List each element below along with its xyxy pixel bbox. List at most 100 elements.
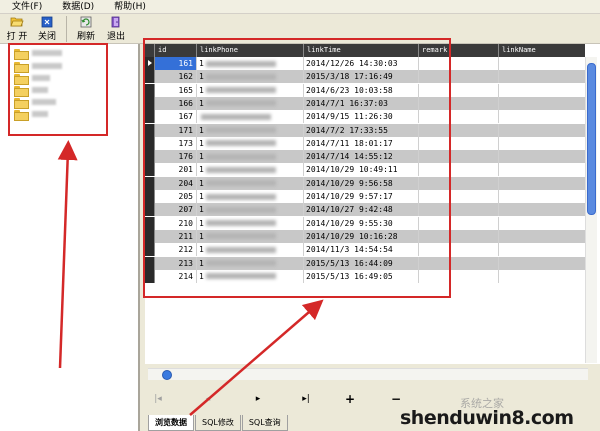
- cell-linkname[interactable]: [499, 243, 585, 256]
- exit-button[interactable]: 退出: [101, 14, 131, 43]
- cell-linkphone[interactable]: 1: [197, 269, 304, 283]
- cell-linkname[interactable]: [499, 257, 585, 270]
- row-indicator[interactable]: [145, 256, 155, 270]
- cell-linkname[interactable]: [499, 190, 585, 203]
- cell-id[interactable]: 165: [155, 83, 197, 97]
- table-row[interactable]: 167 2014/9/15 11:26:30: [145, 110, 585, 124]
- cell-linktime[interactable]: 2015/3/18 17:16:49: [304, 70, 419, 84]
- cell-remark[interactable]: [419, 136, 499, 150]
- cell-linkphone[interactable]: 1: [197, 96, 304, 110]
- cell-linkname[interactable]: [499, 84, 585, 97]
- cell-linktime[interactable]: 2014/7/11 18:01:17: [304, 136, 419, 150]
- tab-sql-query[interactable]: SQL查询: [241, 415, 288, 431]
- cell-linkphone[interactable]: 1: [197, 216, 304, 230]
- row-indicator[interactable]: [145, 190, 155, 203]
- cell-linkphone[interactable]: 1: [197, 256, 304, 270]
- cell-linkphone[interactable]: 1: [197, 243, 304, 257]
- cell-linkname[interactable]: [499, 163, 585, 176]
- nav-add-button[interactable]: +: [340, 390, 360, 408]
- row-indicator[interactable]: [145, 243, 155, 257]
- row-indicator[interactable]: [145, 123, 155, 137]
- nav-last-button[interactable]: ▸|: [296, 390, 316, 408]
- cell-linkphone[interactable]: 1: [197, 203, 304, 217]
- cell-linktime[interactable]: 2014/10/29 10:49:11: [304, 163, 419, 177]
- cell-id[interactable]: 214: [155, 269, 197, 283]
- table-row[interactable]: 212 1 2014/11/3 14:54:54: [145, 243, 585, 257]
- cell-linkname[interactable]: [499, 137, 585, 150]
- vertical-scrollbar[interactable]: [585, 57, 597, 363]
- tree-node[interactable]: [14, 61, 62, 73]
- cell-id[interactable]: 205: [155, 190, 197, 203]
- cell-linktime[interactable]: 2014/12/26 14:30:03: [304, 57, 419, 70]
- column-header-remark[interactable]: remark: [419, 44, 499, 57]
- cell-linktime[interactable]: 2014/10/29 10:16:28: [304, 229, 419, 243]
- table-row[interactable]: 207 1 2014/10/27 9:42:48: [145, 203, 585, 217]
- cell-linktime[interactable]: 2014/9/15 11:26:30: [304, 110, 419, 124]
- cell-id[interactable]: 176: [155, 150, 197, 164]
- cell-remark[interactable]: [419, 110, 499, 124]
- row-indicator[interactable]: [145, 57, 155, 70]
- cell-remark[interactable]: [419, 150, 499, 164]
- table-row[interactable]: 171 1 2014/7/2 17:33:55: [145, 123, 585, 137]
- cell-linktime[interactable]: 2014/7/2 17:33:55: [304, 123, 419, 137]
- cell-linkname[interactable]: [499, 150, 585, 163]
- table-row[interactable]: 211 1 2014/10/29 10:16:28: [145, 229, 585, 243]
- table-row[interactable]: 165 1 2014/6/23 10:03:58: [145, 83, 585, 97]
- cell-id[interactable]: 173: [155, 136, 197, 150]
- cell-linkphone[interactable]: 1: [197, 123, 304, 137]
- row-indicator[interactable]: [145, 203, 155, 217]
- table-row[interactable]: 162 1 2015/3/18 17:16:49: [145, 70, 585, 84]
- cell-remark[interactable]: [419, 203, 499, 217]
- menu-data[interactable]: 数据(D): [52, 0, 104, 14]
- table-row[interactable]: 161 1 2014/12/26 14:30:03: [145, 57, 585, 70]
- cell-id[interactable]: 166: [155, 96, 197, 110]
- tree-node[interactable]: [14, 109, 48, 121]
- cell-id[interactable]: 161: [155, 57, 197, 70]
- cell-linkphone[interactable]: 1: [197, 57, 304, 70]
- column-header-id[interactable]: id: [155, 44, 197, 57]
- cell-linktime[interactable]: 2014/7/1 16:37:03: [304, 96, 419, 110]
- nav-next-button[interactable]: ▸: [248, 390, 268, 408]
- cell-linkname[interactable]: [499, 203, 585, 216]
- cell-remark[interactable]: [419, 70, 499, 84]
- nav-first-button[interactable]: |◂: [148, 390, 168, 408]
- tree-node[interactable]: [14, 48, 62, 60]
- cell-remark[interactable]: [419, 229, 499, 243]
- cell-remark[interactable]: [419, 96, 499, 110]
- tab-browse-data[interactable]: 浏览数据: [148, 415, 194, 431]
- cell-linktime[interactable]: 2014/10/29 9:57:17: [304, 190, 419, 203]
- table-row[interactable]: 213 1 2015/5/13 16:44:09: [145, 256, 585, 270]
- close-button[interactable]: 关闭: [32, 14, 62, 43]
- column-header-linkphone[interactable]: linkPhone: [197, 44, 304, 57]
- cell-linkname[interactable]: [499, 230, 585, 243]
- cell-id[interactable]: 213: [155, 256, 197, 270]
- tree-node[interactable]: [14, 97, 56, 109]
- cell-remark[interactable]: [419, 176, 499, 190]
- cell-id[interactable]: 204: [155, 176, 197, 190]
- row-indicator[interactable]: [145, 96, 155, 110]
- cell-id[interactable]: 201: [155, 163, 197, 177]
- row-indicator[interactable]: [145, 229, 155, 243]
- row-indicator[interactable]: [145, 269, 155, 283]
- cell-linkname[interactable]: [499, 70, 585, 83]
- horizontal-scrollbar[interactable]: [148, 368, 588, 380]
- cell-linkname[interactable]: [499, 57, 585, 70]
- cell-remark[interactable]: [419, 57, 499, 70]
- cell-remark[interactable]: [419, 256, 499, 270]
- cell-linktime[interactable]: 2014/10/29 9:55:30: [304, 216, 419, 230]
- cell-linkphone[interactable]: 1: [197, 83, 304, 97]
- row-indicator[interactable]: [145, 83, 155, 97]
- cell-linktime[interactable]: 2014/10/27 9:42:48: [304, 203, 419, 217]
- column-header-linkname[interactable]: linkName: [499, 44, 585, 57]
- table-row[interactable]: 176 1 2014/7/14 14:55:12: [145, 150, 585, 164]
- data-grid[interactable]: id linkPhone linkTime remark linkName 16…: [145, 44, 600, 364]
- table-row[interactable]: 205 1 2014/10/29 9:57:17: [145, 190, 585, 203]
- cell-linkname[interactable]: [499, 110, 585, 123]
- menu-help[interactable]: 帮助(H): [104, 0, 156, 14]
- cell-remark[interactable]: [419, 243, 499, 257]
- cell-linkname[interactable]: [499, 97, 585, 110]
- row-indicator[interactable]: [145, 150, 155, 164]
- row-indicator[interactable]: [145, 163, 155, 177]
- cell-linkname[interactable]: [499, 270, 585, 283]
- row-indicator[interactable]: [145, 110, 155, 124]
